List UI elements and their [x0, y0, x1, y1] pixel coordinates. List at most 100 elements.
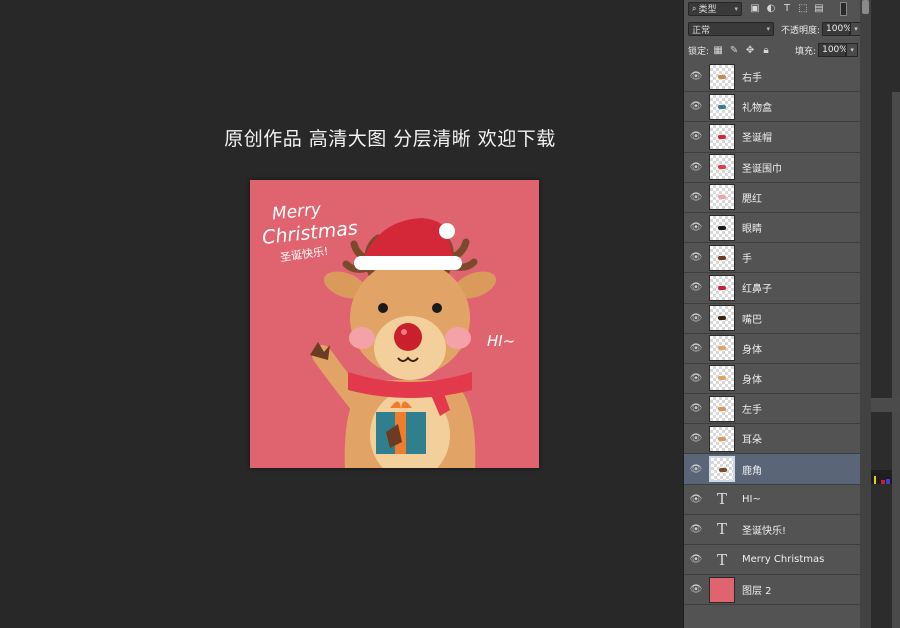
- lock-image-icon[interactable]: ✎: [727, 45, 741, 56]
- layer-filter-label: 类型: [698, 5, 717, 15]
- collapsed-panel-header[interactable]: [871, 398, 900, 412]
- eye-icon[interactable]: 👁︎: [684, 162, 708, 173]
- layer-row[interactable]: 👁︎ 身体: [684, 333, 861, 364]
- layer-name: 耳朵: [742, 435, 762, 447]
- layer-row[interactable]: 👁︎ T HI~: [684, 484, 861, 515]
- photoshop-window: 原创作品 高清大图 分层清晰 欢迎下载 Merry Christmas 圣诞快乐…: [0, 0, 900, 628]
- lock-position-icon[interactable]: ✥: [743, 45, 757, 56]
- layer-thumbnail: [709, 365, 735, 392]
- thumbnail-content: [718, 255, 726, 260]
- eye-icon[interactable]: 👁︎: [684, 403, 708, 414]
- layer-row[interactable]: 👁︎ 红鼻子: [684, 273, 861, 304]
- eye-icon[interactable]: 👁︎: [684, 433, 708, 444]
- thumbnail-content: [718, 376, 726, 381]
- layer-name: 图层 2: [742, 586, 772, 598]
- layer-thumbnail: [709, 123, 735, 150]
- layer-row[interactable]: 👁︎ 身体: [684, 363, 861, 395]
- layer-name: 眼睛: [742, 224, 762, 236]
- eye-icon[interactable]: 👁︎: [684, 252, 708, 263]
- eye-icon[interactable]: 👁︎: [684, 373, 708, 384]
- eye-icon[interactable]: 👁︎: [684, 554, 708, 565]
- layer-name: 圣诞帽: [742, 133, 772, 145]
- eye-icon[interactable]: 👁︎: [684, 131, 708, 142]
- layers-scrollbar[interactable]: [860, 0, 871, 628]
- layer-name: 圣诞围巾: [742, 163, 782, 175]
- thumbnail-content: [718, 74, 726, 79]
- layers-panel: ⌕ 类型 ▾ ▣ ◐ T ⬚ ▤ 正常 ▾ 不透明度: 100% ▾ 锁定: ▦…: [683, 0, 871, 628]
- shape-filter-icon[interactable]: ⬚: [796, 3, 810, 14]
- layer-thumbnail: [709, 335, 735, 362]
- layer-name: 腮红: [742, 193, 762, 205]
- layer-row[interactable]: 👁︎ 手: [684, 243, 861, 274]
- promo-caption: 原创作品 高清大图 分层清晰 欢迎下载: [224, 128, 556, 150]
- chevron-down-icon: ▾: [734, 4, 738, 13]
- text-layer-icon: T: [716, 550, 727, 569]
- layer-thumbnail: [709, 274, 735, 301]
- eye-icon[interactable]: 👁︎: [684, 282, 708, 293]
- filter-toggle-icon[interactable]: [840, 1, 847, 16]
- thumbnail-content: [718, 316, 726, 321]
- layer-row[interactable]: 👁︎ 左手: [684, 394, 861, 425]
- scrollbar-thumb[interactable]: [862, 0, 869, 14]
- type-filter-icon[interactable]: T: [780, 3, 794, 14]
- layer-thumbnail: [709, 184, 735, 211]
- eye-icon[interactable]: 👁︎: [684, 584, 708, 595]
- thumbnail-content: [718, 104, 726, 109]
- layer-row[interactable]: 👁︎ T 圣诞快乐!: [684, 514, 861, 545]
- eye-icon[interactable]: 👁︎: [684, 101, 708, 112]
- lock-all-icon[interactable]: 🔒︎: [759, 45, 773, 56]
- layer-name: 身体: [742, 344, 762, 356]
- eye-icon[interactable]: 👁︎: [684, 464, 708, 475]
- layer-row[interactable]: 👁︎ 鹿角: [684, 454, 861, 485]
- layer-thumbnail: [709, 456, 735, 483]
- eye-icon[interactable]: 👁︎: [684, 192, 708, 203]
- layer-row[interactable]: 👁︎ 耳朵: [684, 424, 861, 455]
- pixel-filter-icon[interactable]: ▣: [748, 3, 762, 14]
- layer-row[interactable]: 👁︎ 眼睛: [684, 212, 861, 244]
- layer-name: 嘴巴: [742, 314, 762, 326]
- blend-mode-select[interactable]: 正常 ▾: [688, 22, 774, 36]
- collapsed-panel[interactable]: [892, 92, 900, 628]
- layer-name: 手: [742, 254, 752, 266]
- eye-icon[interactable]: 👁︎: [684, 343, 708, 354]
- text-layer-icon: T: [716, 520, 727, 539]
- adjustment-filter-icon[interactable]: ◐: [764, 3, 778, 14]
- layer-row[interactable]: 👁︎ 腮红: [684, 182, 861, 213]
- lock-bar: 锁定: ▦ ✎ ✥ 🔒︎ 填充: 100% ▾: [684, 40, 872, 60]
- layer-row[interactable]: 👁︎ T Merry Christmas: [684, 545, 861, 576]
- opacity-label: 不透明度:: [781, 25, 821, 36]
- layer-row[interactable]: 👁︎ 图层 2: [684, 575, 861, 606]
- layer-filter-select[interactable]: ⌕ 类型 ▾: [688, 1, 742, 16]
- layer-name: 身体: [742, 374, 762, 386]
- artwork-canvas[interactable]: Merry Christmas 圣诞快乐! HI~: [250, 180, 539, 468]
- eye-icon[interactable]: 👁︎: [684, 222, 708, 233]
- layer-row[interactable]: 👁︎ 嘴巴: [684, 303, 861, 334]
- thumbnail-content: [718, 346, 726, 351]
- layer-row[interactable]: 👁︎ 圣诞帽: [684, 122, 861, 153]
- fill-input[interactable]: 100%: [818, 43, 848, 57]
- blend-mode-value: 正常: [692, 25, 711, 36]
- layer-thumbnail: [709, 93, 735, 120]
- layer-filter-bar: ⌕ 类型 ▾ ▣ ◐ T ⬚ ▤: [684, 0, 872, 17]
- side-dock: [871, 0, 900, 628]
- thumbnail-content: [718, 436, 726, 441]
- layer-row[interactable]: 👁︎ 右手: [684, 62, 861, 93]
- layer-list: 👁︎ 右手 👁︎ 礼物盒 👁︎ 圣诞帽 👁︎ 圣诞围巾 👁︎ 腮红 👁︎ 眼睛 👁︎ 手 👁︎ 红鼻子 👁︎ 嘴巴…: [684, 62, 861, 606]
- fill-dropdown-button[interactable]: ▾: [846, 43, 859, 57]
- layer-name: 礼物盒: [742, 103, 772, 115]
- canvas-workspace[interactable]: 原创作品 高清大图 分层清晰 欢迎下载 Merry Christmas 圣诞快乐…: [0, 0, 683, 628]
- fill-label: 填充:: [795, 46, 817, 57]
- eye-icon[interactable]: 👁︎: [684, 313, 708, 324]
- smart-object-filter-icon[interactable]: ▤: [812, 3, 826, 14]
- layer-thumbnail: [709, 425, 735, 452]
- layer-row[interactable]: 👁︎ 圣诞围巾: [684, 152, 861, 183]
- layer-thumbnail: [709, 214, 735, 241]
- lock-transparency-icon[interactable]: ▦: [711, 45, 725, 56]
- eye-icon[interactable]: 👁︎: [684, 71, 708, 82]
- eye-icon[interactable]: 👁︎: [684, 524, 708, 535]
- opacity-input[interactable]: 100%: [822, 22, 852, 36]
- layer-name: 圣诞快乐!: [742, 525, 787, 537]
- layer-row[interactable]: 👁︎ 礼物盒: [684, 92, 861, 123]
- layer-name: 右手: [742, 73, 762, 85]
- eye-icon[interactable]: 👁︎: [684, 494, 708, 505]
